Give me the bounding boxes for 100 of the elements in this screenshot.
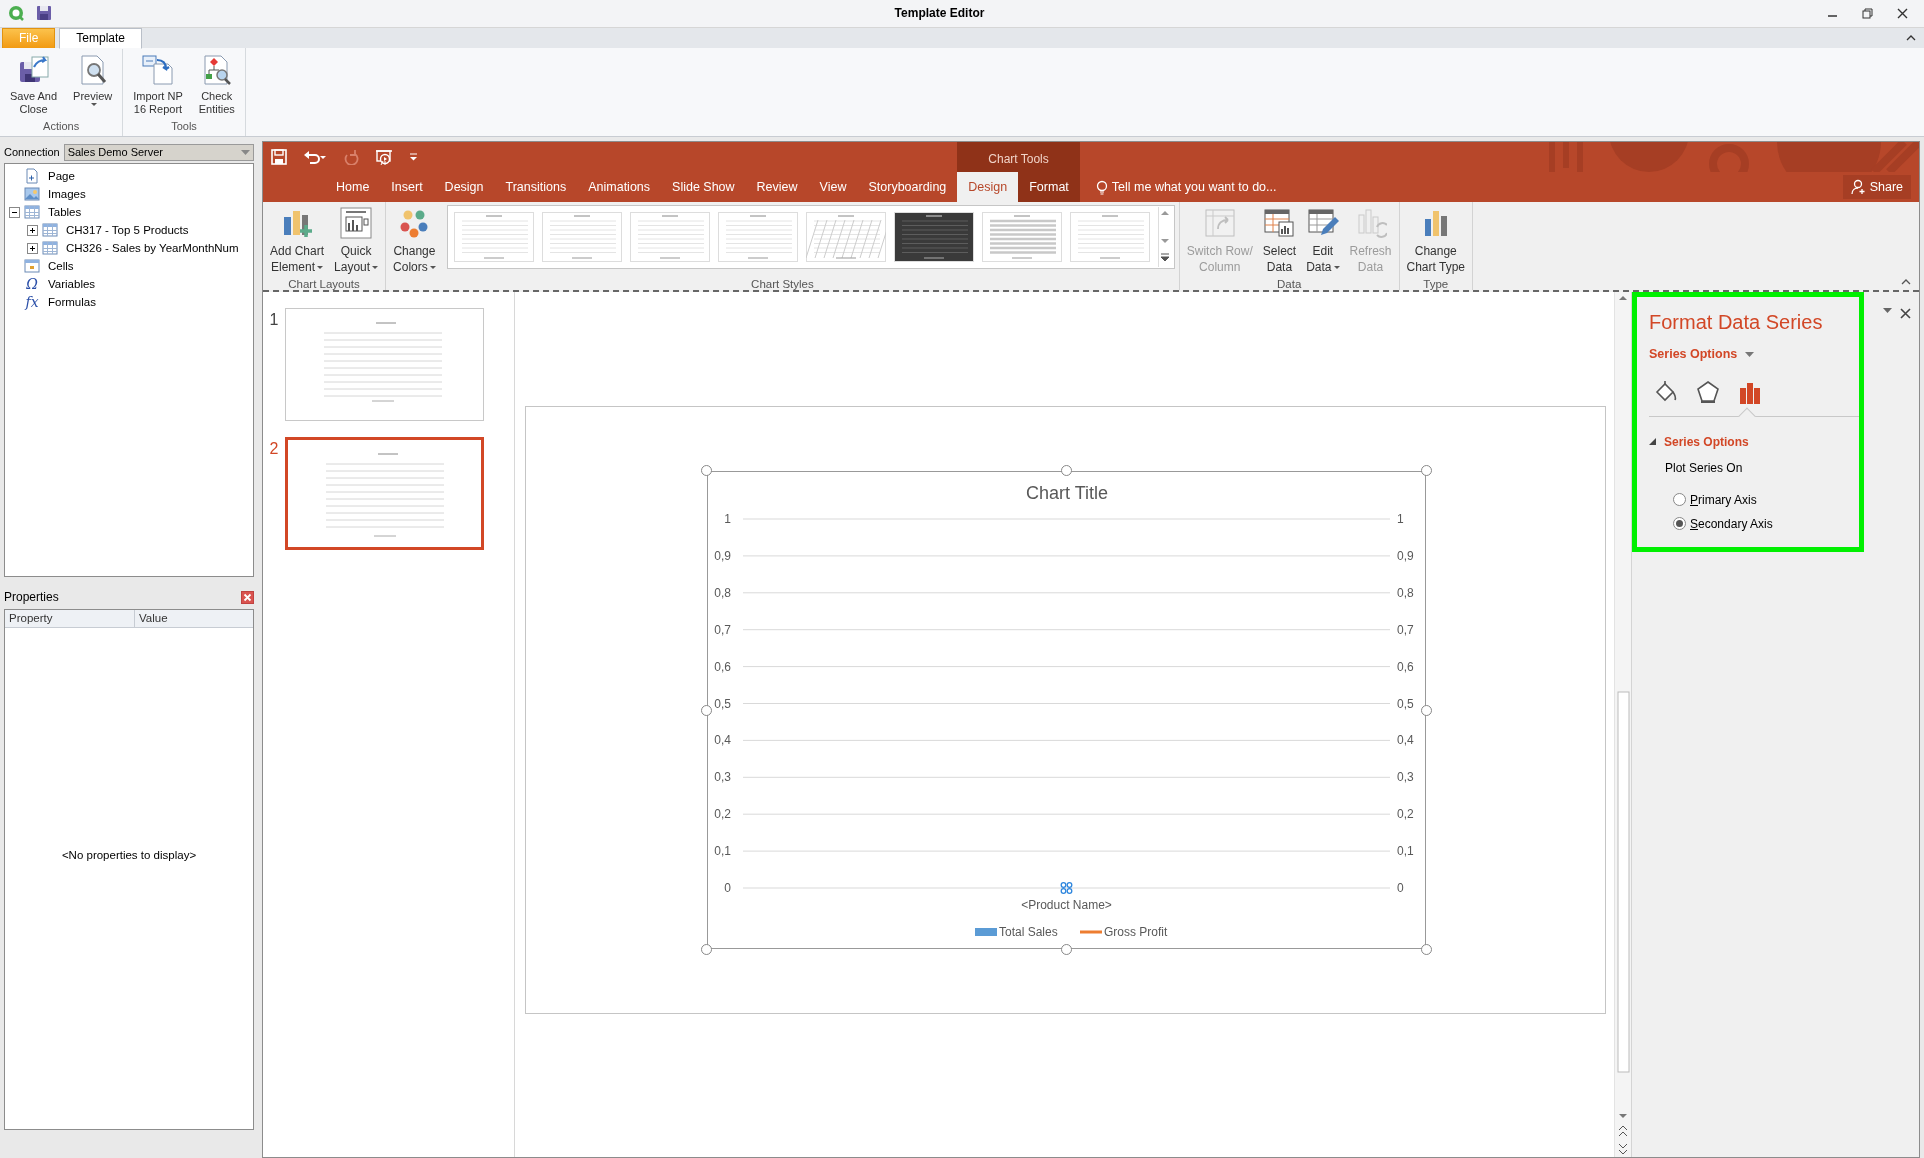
pentagon-icon[interactable] (1695, 379, 1721, 406)
section-header[interactable]: Series Options (1664, 432, 1749, 451)
collapse-ribbon-icon[interactable] (1901, 278, 1911, 286)
dropdown-arrow-icon (1745, 351, 1755, 357)
save-icon[interactable] (36, 5, 52, 22)
radio-label[interactable]: Secondary Axis (1690, 514, 1773, 533)
resize-handle[interactable] (701, 704, 712, 716)
close-icon[interactable] (1897, 7, 1908, 19)
ribbon-tab[interactable]: Animations (577, 172, 662, 202)
tree-item-label[interactable]: Cells (48, 257, 74, 275)
tree-item-label[interactable]: Images (48, 185, 86, 203)
tree-item-label[interactable]: Page (48, 167, 75, 185)
check-button[interactable]: Check Entities (194, 51, 239, 118)
chart-style-thumbnail[interactable] (629, 212, 710, 262)
axis-label: 0,5 (1397, 696, 1414, 711)
axis-label: 0 (724, 881, 731, 895)
axis-label: 0,1 (1397, 844, 1414, 859)
restore-icon[interactable] (1862, 7, 1873, 19)
collapse-triangle-icon[interactable] (1649, 438, 1656, 446)
omega-icon: Ω (24, 276, 40, 292)
table-icon (42, 222, 58, 238)
chart-style-thumbnail[interactable] (805, 212, 886, 262)
tell-me-search[interactable]: Tell me what you want to do... (1095, 177, 1277, 197)
colors-button[interactable]: Change Colors (390, 205, 439, 277)
empty-message: <No properties to display> (60, 848, 198, 863)
chart-style-thumbnail[interactable] (717, 212, 798, 262)
share-button[interactable]: Share (1842, 174, 1911, 200)
import-button[interactable]: Import NP 16 Report (129, 51, 187, 118)
resize-handle[interactable] (1421, 944, 1432, 955)
group-label: Chart Layouts (287, 277, 361, 291)
move-handle-icon[interactable] (1060, 882, 1073, 894)
save-icon[interactable] (271, 149, 287, 165)
pane-title: Format Data Series (1649, 310, 1824, 335)
field-label: Plot Series On (1665, 459, 1744, 477)
connection-dropdown[interactable]: Sales Demo Server (63, 143, 254, 161)
resize-handle[interactable] (701, 465, 712, 476)
ribbon-tab[interactable]: Transitions (494, 172, 578, 202)
tree-item-label[interactable]: Formulas (48, 293, 96, 311)
customize-icon[interactable] (409, 153, 418, 161)
chart-type-button[interactable]: Change Chart Type (1403, 205, 1468, 277)
caret-icon (1333, 266, 1340, 270)
ribbon-tab[interactable]: Slide Show (661, 172, 746, 202)
chart-style-thumbnail[interactable] (1069, 212, 1150, 262)
person-add-icon (1850, 179, 1866, 195)
ribbon-tab[interactable]: Design (957, 172, 1019, 202)
resize-handle[interactable] (1061, 944, 1072, 955)
ribbon-tab[interactable]: Insert (380, 172, 434, 202)
ribbon-tab[interactable]: View (808, 172, 858, 202)
axis-label: 0,3 (714, 770, 731, 785)
image-icon (24, 186, 40, 202)
tree-item-label[interactable]: Tables (48, 203, 82, 221)
page-icon (24, 168, 40, 184)
chart-style-thumbnail[interactable] (453, 212, 534, 262)
group-label: Type (1422, 277, 1450, 291)
expand-icon[interactable] (27, 242, 38, 254)
collapse-icon[interactable] (9, 206, 20, 218)
radio-label[interactable]: Primary Axis (1690, 490, 1757, 509)
add-element-button[interactable]: Add Chart Element (267, 205, 328, 277)
chart-title[interactable]: Chart Title (1026, 483, 1108, 503)
ribbon-tab[interactable]: Format (1018, 172, 1080, 202)
chart-style-thumbnail[interactable] (893, 212, 974, 262)
caret-icon (429, 266, 436, 270)
resize-handle[interactable] (701, 944, 712, 955)
legend-line-swatch (1080, 930, 1102, 934)
select-data-button[interactable]: Select Data (1259, 205, 1300, 277)
resize-handle[interactable] (1061, 465, 1072, 476)
ribbon-tab[interactable]: Review (745, 172, 809, 202)
slideshow-icon[interactable] (375, 148, 393, 166)
ribbon-tab[interactable]: Template (59, 27, 143, 49)
slide-thumbnail[interactable] (285, 437, 484, 550)
legend-label: Gross Profit (1104, 925, 1168, 939)
tree-item-label[interactable]: Variables (48, 275, 96, 293)
edit-data-button[interactable]: Edit Data (1303, 205, 1343, 277)
close-icon[interactable] (1900, 308, 1911, 319)
quick-layout-button[interactable]: Quick Layout (331, 205, 382, 277)
resize-handle[interactable] (1421, 465, 1432, 476)
expand-icon[interactable] (27, 224, 38, 236)
collapse-ribbon-icon[interactable] (1906, 33, 1916, 42)
ribbon-tab[interactable]: Storyboarding (857, 172, 958, 202)
preview-button[interactable]: Preview (69, 51, 117, 108)
axis-label: 0,9 (1397, 548, 1414, 563)
document-arrow-icon (141, 53, 174, 86)
radio-button[interactable] (1673, 493, 1686, 507)
vertical-scrollbar[interactable] (1614, 292, 1631, 1157)
undo-icon[interactable] (303, 149, 327, 165)
dropdown-arrow-icon[interactable] (1883, 308, 1892, 313)
series-options-dropdown[interactable]: Series Options (1649, 345, 1847, 364)
ribbon-tab[interactable]: Design (433, 172, 495, 202)
caret-icon (317, 266, 324, 270)
close-icon[interactable] (241, 590, 254, 604)
resize-handle[interactable] (1421, 704, 1432, 716)
chart-style-thumbnail[interactable] (981, 212, 1062, 262)
radio-button[interactable] (1673, 517, 1686, 531)
chart-style-thumbnail[interactable] (541, 212, 622, 262)
tree-item-label[interactable]: CH317 - Top 5 Products (66, 221, 189, 239)
slide-thumbnail[interactable] (285, 308, 484, 421)
tree-item-label[interactable]: CH326 - Sales by YearMonthNum (66, 239, 239, 257)
ribbon-tab[interactable]: Home (325, 172, 381, 202)
save-button[interactable]: Save And Close (6, 51, 62, 118)
cells-icon (24, 258, 40, 274)
